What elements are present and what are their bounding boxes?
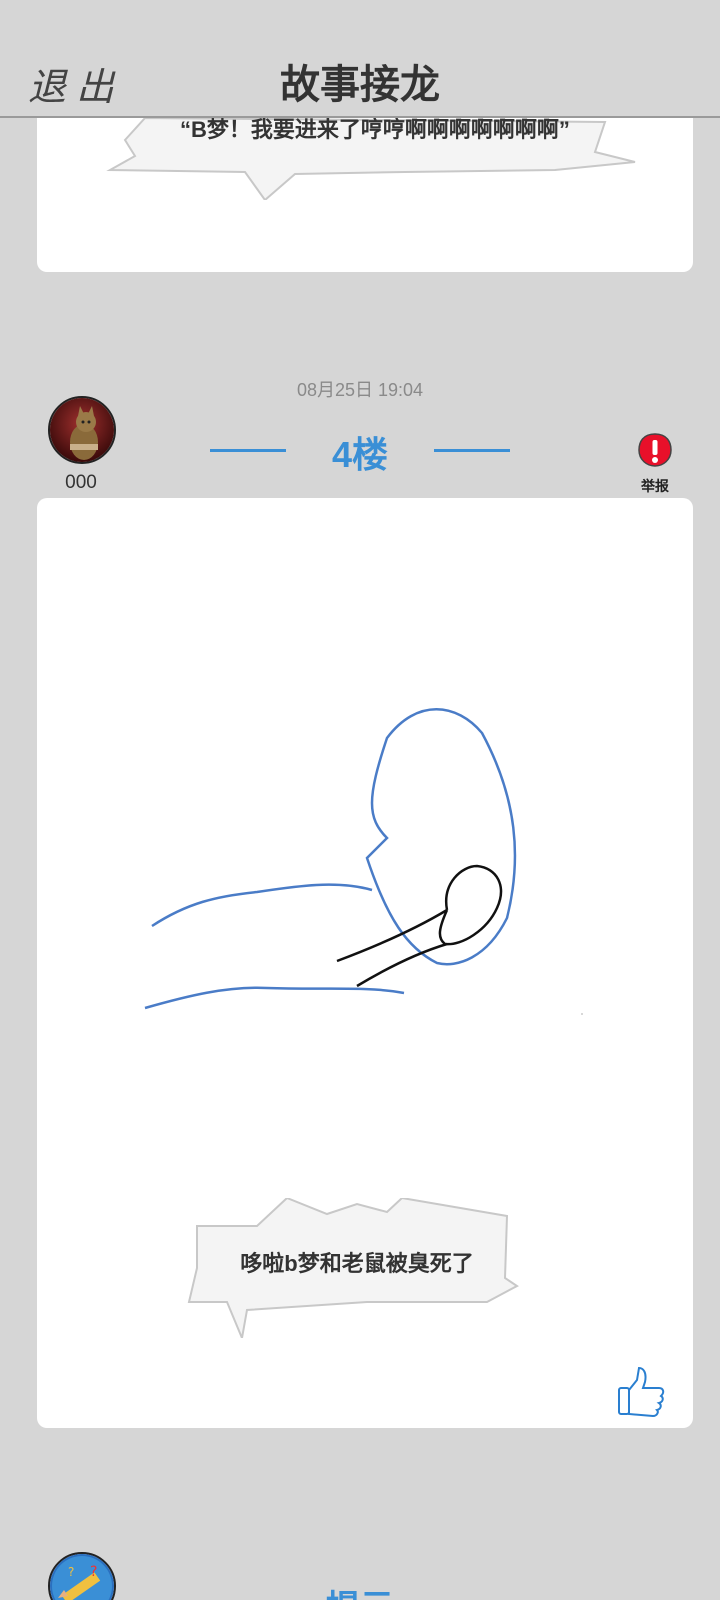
svg-text:?: ? — [68, 1565, 74, 1579]
post-timestamp: 08月25日 19:04 — [296, 380, 424, 400]
floor-number: 4楼 — [331, 434, 389, 475]
report-label[interactable]: 举报 — [632, 476, 678, 496]
thumbs-up-icon[interactable] — [615, 1366, 665, 1422]
floor-divider-right — [434, 449, 510, 452]
page-title: 故事接龙 — [280, 63, 440, 107]
hint-label: 提示 — [0, 1580, 720, 1600]
story-feed[interactable]: “B梦！我要进来了哼哼啊啊啊啊啊啊啊” 退出 故事接龙 08月25日 19:04 — [0, 0, 720, 1600]
report-icon[interactable] — [637, 432, 673, 472]
post-card: 哆啦b梦和老鼠被臭死了 — [37, 498, 693, 1428]
svg-text:?: ? — [90, 1564, 97, 1580]
caption-bubble: 哆啦b梦和老鼠被臭死了 — [187, 1198, 527, 1338]
post-drawing — [144, 708, 583, 1015]
top-bar: 退出 故事接龙 — [0, 0, 720, 118]
caption-text: 哆啦b梦和老鼠被臭死了 — [240, 1251, 474, 1276]
